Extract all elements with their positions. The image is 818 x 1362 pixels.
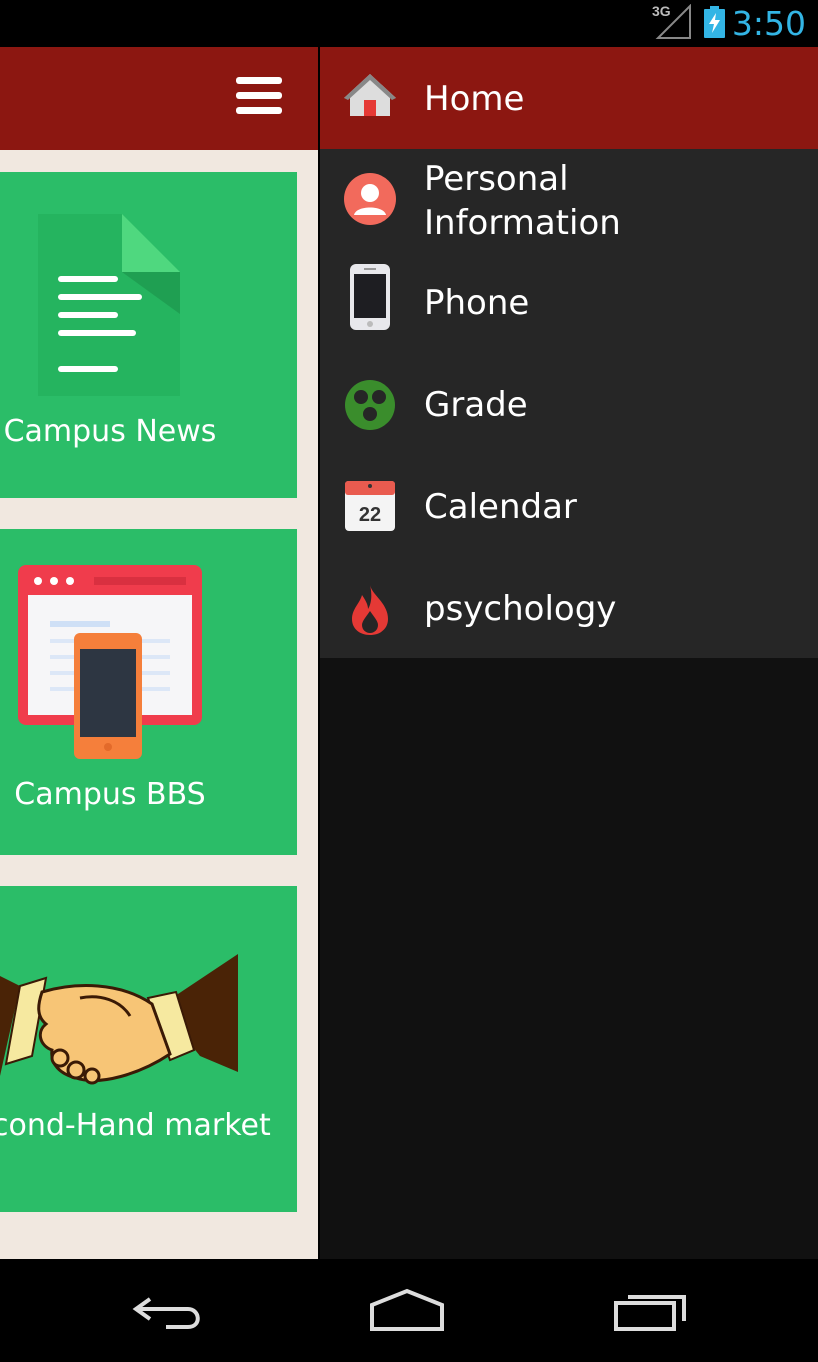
- system-navigation-bar: [0, 1259, 818, 1362]
- svg-text:22: 22: [359, 504, 381, 526]
- tile-label: Campus News: [3, 414, 217, 449]
- flame-icon: [352, 585, 388, 635]
- drawer-item-label: Calendar: [424, 487, 577, 527]
- document-icon: [38, 214, 180, 396]
- clock: 3:50: [731, 4, 806, 43]
- recents-icon[interactable]: [606, 1285, 696, 1335]
- phone-icon: [350, 264, 390, 330]
- tile-campus-news[interactable]: Campus News: [0, 172, 297, 498]
- navigation-drawer: Home Personal Information Phone Grade 22…: [320, 47, 818, 1259]
- browser-phone-icon: [18, 565, 202, 759]
- tile-second-hand-market[interactable]: cond-Hand market: [0, 886, 297, 1212]
- drawer-item-home[interactable]: Home: [320, 47, 818, 149]
- calendar-icon: 22: [345, 481, 395, 531]
- status-bar: 3G 3:50: [0, 0, 818, 47]
- drawer-item-label: Phone: [424, 283, 530, 323]
- drawer-item-label: Home: [424, 79, 525, 119]
- tile-label: cond-Hand market: [0, 1108, 271, 1143]
- grade-icon: [345, 380, 395, 430]
- back-icon[interactable]: [126, 1285, 216, 1335]
- drawer-item-grade[interactable]: Grade: [320, 353, 818, 455]
- drawer-item-label-line2: Information: [424, 203, 621, 243]
- home-nav-icon[interactable]: [362, 1285, 452, 1335]
- main-content: Campus News Campus BBS cond-Hand market: [0, 47, 318, 1259]
- person-icon: [344, 173, 396, 225]
- drawer-list: Home Personal Information Phone Grade 22…: [320, 47, 818, 658]
- drawer-item-calendar[interactable]: 22 Calendar: [320, 455, 818, 557]
- drawer-item-label: psychology: [424, 589, 617, 629]
- tile-label: Campus BBS: [14, 777, 206, 812]
- drawer-item-label: Grade: [424, 385, 528, 425]
- handshake-icon: [0, 954, 238, 1085]
- home-icon: [344, 74, 396, 116]
- app-header: [0, 47, 318, 150]
- tile-campus-bbs[interactable]: Campus BBS: [0, 529, 297, 855]
- drawer-item-phone[interactable]: Phone: [320, 251, 818, 353]
- drawer-item-label-line1: Personal: [424, 159, 569, 199]
- hamburger-menu-icon[interactable]: [236, 77, 284, 117]
- battery-charging-icon: [704, 6, 725, 38]
- drawer-item-psychology[interactable]: psychology: [320, 557, 818, 659]
- signal-icon: [655, 4, 691, 39]
- drawer-item-personal-information[interactable]: Personal Information: [320, 149, 818, 251]
